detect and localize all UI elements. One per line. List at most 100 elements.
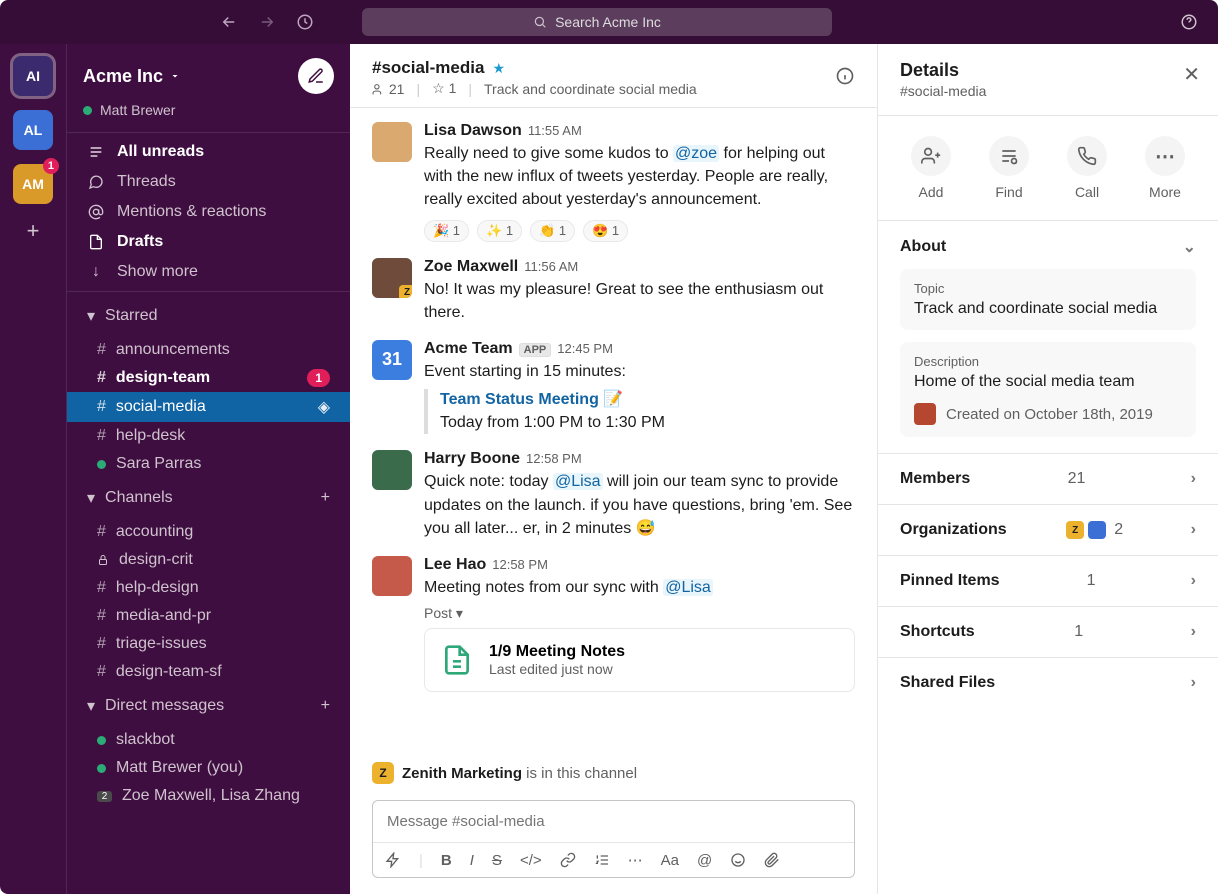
italic-icon[interactable]: I — [470, 852, 474, 869]
sidebar-channel-item[interactable]: #accounting — [67, 518, 350, 546]
pins-count[interactable]: ☆ 1 — [432, 80, 456, 97]
message-text: Event starting in 15 minutes: — [424, 360, 855, 383]
topic-label: Topic — [914, 281, 1182, 296]
emoji-icon[interactable] — [730, 852, 746, 868]
search-icon — [533, 15, 547, 29]
sidebar-channel-item[interactable]: #help-design — [67, 574, 350, 602]
mention[interactable]: @Lisa — [553, 473, 603, 490]
message-text: Really need to give some kudos to @zoe f… — [424, 142, 855, 212]
sidebar-channel-item[interactable]: 2Zoe Maxwell, Lisa Zhang — [67, 782, 350, 810]
workspace-switcher-item[interactable]: AI — [13, 56, 53, 96]
sidebar-channel-item[interactable]: #media-and-pr — [67, 602, 350, 630]
sidebar-channel-item[interactable]: #help-desk — [67, 422, 350, 450]
chevron-right-icon: › — [1191, 674, 1196, 692]
workspace-switcher-item[interactable]: AL — [13, 110, 53, 150]
topic-text: Track and coordinate social media — [914, 300, 1182, 318]
at-icon — [87, 204, 105, 220]
text-format-icon[interactable]: Aa — [661, 852, 679, 869]
org-badge-icon: Z — [372, 762, 394, 784]
event-link[interactable]: Team Status Meeting — [440, 391, 599, 408]
details-action-more[interactable]: ⋯More — [1145, 136, 1185, 200]
details-about-toggle[interactable]: About ⌄ — [900, 237, 1196, 257]
sidebar-channel-item[interactable]: #design-team-sf — [67, 658, 350, 686]
details-subtitle: #social-media — [900, 83, 1196, 99]
sidebar-all-unreads[interactable]: All unreads — [67, 137, 350, 167]
sidebar-channel-item[interactable]: #announcements — [67, 336, 350, 364]
message-sender[interactable]: Zoe Maxwell — [424, 258, 518, 275]
forward-icon[interactable] — [258, 13, 276, 31]
close-icon[interactable]: ✕ — [1183, 62, 1200, 87]
sidebar-threads[interactable]: Threads — [67, 167, 350, 197]
code-icon[interactable]: </> — [520, 852, 542, 869]
message-input[interactable] — [373, 801, 854, 842]
details-row[interactable]: Members21› — [900, 470, 1196, 488]
add-channel-icon[interactable]: + — [321, 489, 330, 507]
details-row[interactable]: Pinned Items1› — [900, 572, 1196, 590]
current-user-name: Matt Brewer — [100, 102, 175, 118]
find-icon — [989, 136, 1029, 176]
mention[interactable]: @zoe — [673, 145, 719, 162]
bold-icon[interactable]: B — [441, 852, 452, 869]
sidebar-mentions[interactable]: Mentions & reactions — [67, 197, 350, 227]
info-icon[interactable] — [835, 66, 855, 86]
message-sender[interactable]: Lee Hao — [424, 556, 486, 573]
at-icon[interactable]: @ — [697, 852, 712, 869]
link-icon[interactable] — [560, 852, 576, 868]
sidebar-channel-item[interactable]: #triage-issues — [67, 630, 350, 658]
back-icon[interactable] — [220, 13, 238, 31]
reaction[interactable]: 👏 1 — [530, 220, 575, 242]
details-action-find[interactable]: Find — [989, 136, 1029, 200]
details-action-add[interactable]: Add — [911, 136, 951, 200]
sidebar-channel-item[interactable]: Sara Parras — [67, 450, 350, 478]
more-icon[interactable]: ⋯ — [628, 851, 643, 869]
created-text: Created on October 18th, 2019 — [946, 406, 1153, 423]
avatar[interactable] — [372, 450, 412, 490]
avatar[interactable]: Z — [372, 258, 412, 298]
message-sender[interactable]: Lisa Dawson — [424, 122, 522, 139]
workspace-switcher-item[interactable]: AM 1 — [13, 164, 53, 204]
sidebar-channel-item[interactable]: #social-media◈ — [67, 392, 350, 422]
details-row[interactable]: Shortcuts1› — [900, 623, 1196, 641]
help-icon[interactable] — [1180, 13, 1198, 31]
star-icon[interactable]: ★ — [492, 60, 505, 77]
attachment-type[interactable]: Post ▾ — [424, 605, 855, 622]
sidebar-channel-item[interactable]: design-crit — [67, 546, 350, 574]
add-workspace-icon[interactable]: + — [27, 218, 40, 244]
post-attachment[interactable]: 1/9 Meeting NotesLast edited just now — [424, 628, 855, 692]
sidebar-section-starred[interactable]: ▾ Starred — [67, 296, 350, 336]
lightning-icon[interactable] — [385, 852, 401, 868]
numbered-list-icon[interactable] — [594, 852, 610, 868]
strikethrough-icon[interactable]: S — [492, 852, 502, 869]
reaction[interactable]: ✨ 1 — [477, 220, 522, 242]
history-icon[interactable] — [296, 13, 314, 31]
members-count[interactable]: 21 — [372, 81, 404, 97]
avatar[interactable]: 31 — [372, 340, 412, 380]
workspace-name[interactable]: Acme Inc — [83, 66, 163, 87]
reaction[interactable]: 🎉 1 — [424, 220, 469, 242]
sidebar-show-more[interactable]: ↓ Show more — [67, 257, 350, 287]
details-row[interactable]: OrganizationsZ2› — [900, 521, 1196, 539]
chevron-down-icon[interactable] — [169, 70, 181, 82]
sidebar-drafts[interactable]: Drafts — [67, 227, 350, 257]
attach-icon[interactable] — [764, 852, 780, 868]
channel-topic[interactable]: Track and coordinate social media — [484, 81, 697, 97]
sidebar-section-dms[interactable]: ▾ Direct messages + — [67, 686, 350, 726]
sidebar-channel-item[interactable]: Matt Brewer (you) — [67, 754, 350, 782]
chevron-right-icon: › — [1191, 572, 1196, 590]
details-row[interactable]: Shared Files› — [900, 674, 1196, 692]
message-sender[interactable]: Acme Team — [424, 340, 513, 357]
add-dm-icon[interactable]: + — [321, 697, 330, 715]
reaction[interactable]: 😍 1 — [583, 220, 628, 242]
mention[interactable]: @Lisa — [663, 579, 713, 596]
message-sender[interactable]: Harry Boone — [424, 450, 520, 467]
sidebar-channel-item[interactable]: #design-team1 — [67, 364, 350, 392]
avatar[interactable] — [372, 122, 412, 162]
message-timestamp: 12:58 PM — [526, 451, 582, 466]
details-action-call[interactable]: Call — [1067, 136, 1107, 200]
channel-title[interactable]: #social-media — [372, 58, 484, 78]
sidebar-section-channels[interactable]: ▾ Channels + — [67, 478, 350, 518]
search-input[interactable]: Search Acme Inc — [362, 8, 832, 36]
sidebar-channel-item[interactable]: slackbot — [67, 726, 350, 754]
avatar[interactable] — [372, 556, 412, 596]
compose-button[interactable] — [298, 58, 334, 94]
